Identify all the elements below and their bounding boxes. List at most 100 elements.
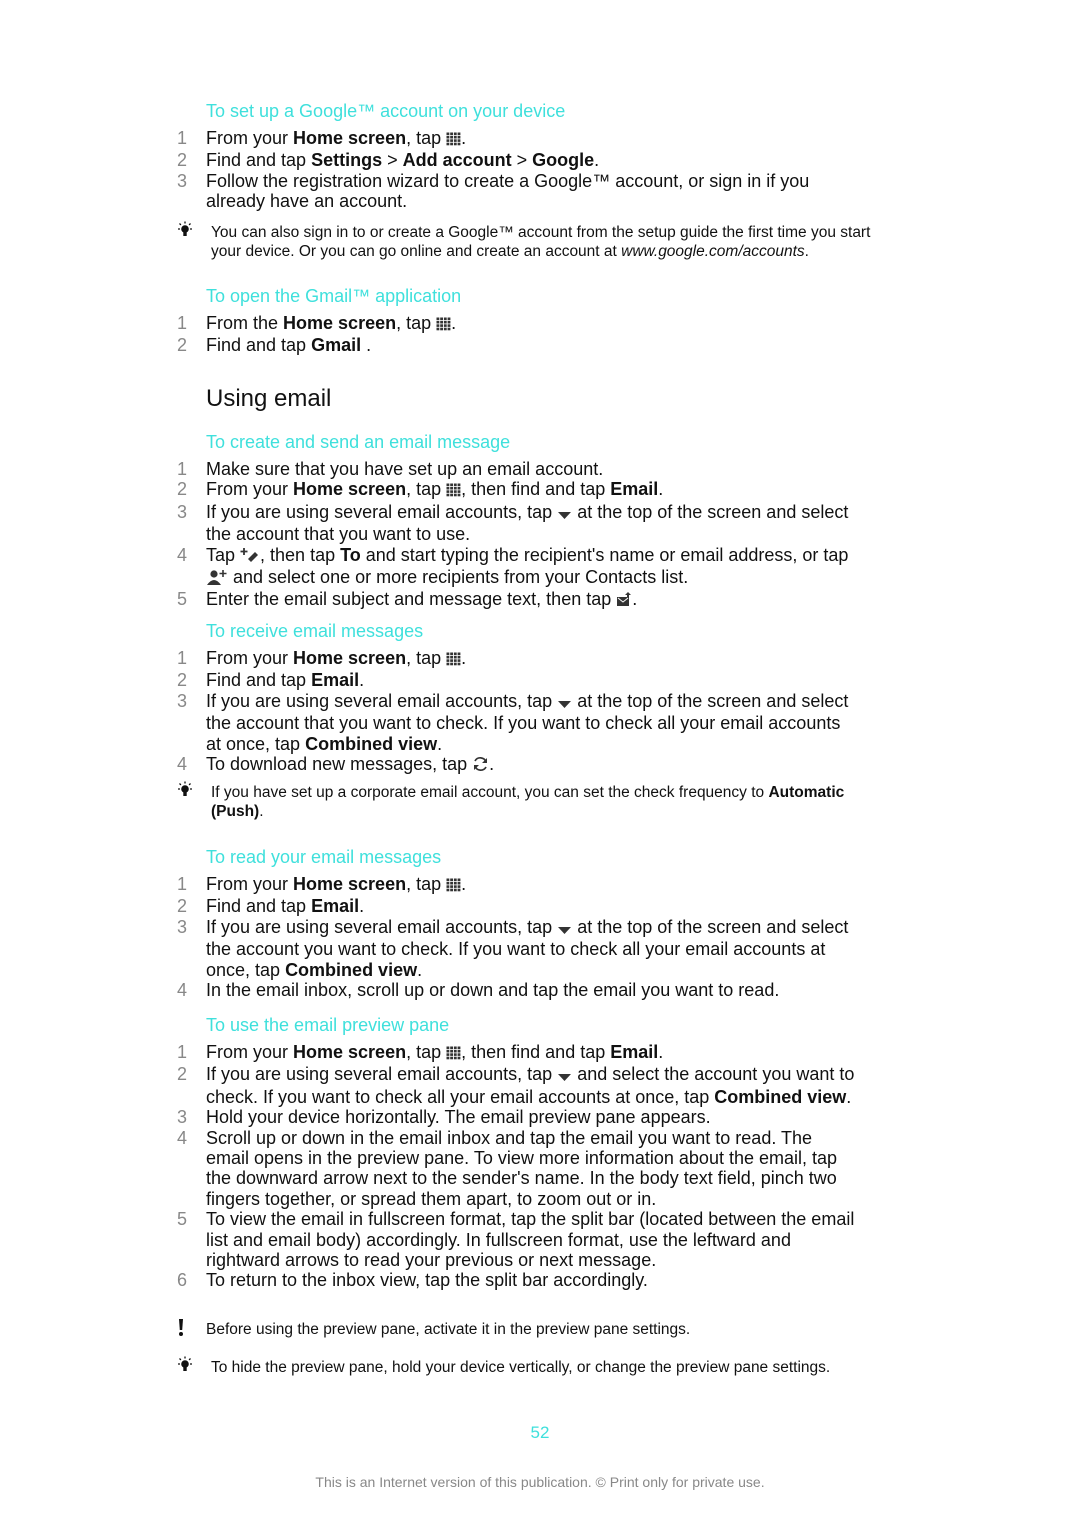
tip-text: Before using the preview pane, activate …	[206, 1320, 896, 1339]
text: Enter the email subject and message text…	[206, 589, 617, 610]
step-text: If you are using several email accounts,…	[206, 502, 856, 545]
step-number: 4	[177, 544, 188, 565]
text: .	[489, 754, 495, 775]
text: .	[658, 479, 664, 500]
bold-term: Home screen	[293, 479, 407, 500]
text: , then find and tap	[461, 1042, 611, 1062]
lightbulb-icon	[176, 1356, 194, 1379]
step-item: 2 Find and tap Settings > Add account > G…	[0, 150, 856, 170]
text: , then find and tap	[461, 479, 611, 500]
text: .	[359, 896, 365, 917]
tip-box: You can also sign in to or create a Goog…	[0, 221, 901, 261]
step-number: 4	[177, 1127, 188, 1148]
step-text: From the Home screen, tap .	[206, 313, 856, 335]
step-text: From your Home screen, tap .	[206, 648, 856, 670]
text: , tap	[406, 874, 447, 894]
text: .	[361, 335, 372, 356]
step-item: 2 From your Home screen, tap , then find …	[0, 479, 856, 501]
text: .	[359, 670, 365, 691]
bold-term: Email	[311, 896, 360, 917]
text: Make sure that you have set up an email …	[206, 459, 604, 479]
text: Follow the registration wizard to create…	[206, 170, 810, 212]
step-item: 2 Find and tap Gmail .	[0, 335, 856, 355]
step-text: Find and tap Settings > Add account > Go…	[206, 150, 856, 170]
text: If you are using several email accounts,…	[206, 501, 558, 522]
text: If you are using several email accounts,…	[206, 690, 558, 711]
lightbulb-icon	[176, 221, 194, 244]
step-item: 1 From your Home screen, tap .	[0, 874, 856, 896]
apps-grid-icon	[446, 481, 461, 501]
step-number: 2	[177, 896, 188, 917]
step-text: To view the email in fullscreen format, …	[206, 1209, 856, 1270]
steps-list: 1 From your Home screen, tap . 2 Find and t…	[0, 874, 856, 1000]
text: From the	[206, 313, 284, 333]
text: and select one or more recipients from y…	[228, 567, 689, 588]
step-text: Follow the registration wizard to create…	[206, 171, 856, 212]
step-number: 1	[177, 1042, 188, 1062]
steps-list: 1 From your Home screen, tap . 2 Find and t…	[0, 128, 856, 212]
step-text: From your Home screen, tap .	[206, 128, 856, 150]
section-heading: To open the Gmail™ application	[206, 286, 462, 306]
footer: This is an Internet version of this publ…	[315, 1474, 765, 1490]
send-icon	[616, 591, 632, 611]
step-number: 2	[177, 335, 188, 356]
bold-term: Combined view	[714, 1086, 847, 1107]
step-item: 2 Find and tap Email.	[0, 670, 856, 690]
text: To view the email in fullscreen format, …	[206, 1209, 855, 1271]
step-number: 3	[177, 916, 188, 937]
step-text: Make sure that you have set up an email …	[206, 459, 856, 479]
text: .	[437, 733, 443, 754]
step-number: 1	[177, 648, 188, 668]
text: , tap	[406, 128, 447, 148]
step-item: 3 If you are using several email accounts…	[0, 691, 856, 754]
step-number: 3	[177, 170, 188, 191]
step-number: 5	[177, 589, 188, 610]
step-item: 3 If you are using several email accounts…	[0, 917, 856, 980]
bold-term: Home screen	[293, 1042, 407, 1062]
text: , tap	[396, 313, 437, 333]
text: .	[417, 959, 423, 980]
refresh-icon	[472, 756, 489, 776]
text: From your	[206, 874, 294, 894]
step-item: 1 Make sure that you have set up an email…	[0, 459, 856, 479]
text: Hold your device horizontally. The email…	[206, 1107, 711, 1128]
step-text: To return to the inbox view, tap the spl…	[206, 1270, 856, 1290]
step-item: 5 Enter the email subject and message tex…	[0, 589, 856, 611]
bold-term: Home screen	[293, 648, 407, 668]
step-text: Hold your device horizontally. The email…	[206, 1107, 856, 1127]
bold-term: Home screen	[293, 128, 407, 148]
text: .	[461, 128, 467, 148]
tip-text: You can also sign in to or create a Goog…	[211, 223, 901, 261]
bold-term: Google	[532, 150, 595, 171]
step-number: 6	[177, 1270, 188, 1291]
text: >	[511, 150, 533, 171]
step-item: 2 Find and tap Email.	[0, 896, 856, 916]
step-item: 3 Hold your device horizontally. The emai…	[0, 1107, 856, 1127]
text: If you are using several email accounts,…	[206, 1064, 558, 1085]
text: >	[382, 150, 403, 171]
step-number: 3	[177, 690, 188, 711]
text: , tap	[406, 479, 447, 500]
bold-term: Email	[311, 670, 360, 691]
step-text: Find and tap Gmail .	[206, 335, 856, 355]
text: and start typing the recipient's name or…	[360, 544, 849, 565]
section-heading: To create and send an email message	[206, 432, 511, 452]
text: Scroll up or down in the email inbox and…	[206, 1127, 838, 1209]
step-item: 1 From the Home screen, tap .	[0, 313, 856, 335]
text: If you have set up a corporate email acc…	[211, 784, 769, 801]
text: From your	[206, 479, 294, 500]
compose-icon	[240, 547, 260, 567]
section-heading: To use the email preview pane	[206, 1015, 450, 1035]
step-number: 1	[177, 874, 188, 894]
text: Find and tap	[206, 670, 312, 691]
step-number: 1	[177, 128, 188, 148]
section-heading: To set up a Google™ account on your devi…	[206, 101, 566, 121]
step-number: 4	[177, 754, 188, 775]
bold-term: To	[340, 544, 361, 565]
text: To hide the preview pane, hold your devi…	[211, 1359, 831, 1376]
steps-list: 1 From your Home screen, tap , then find …	[0, 1042, 856, 1291]
step-number: 3	[177, 1107, 188, 1128]
tip-box: If you have set up a corporate email acc…	[0, 781, 901, 821]
step-item: 1 From your Home screen, tap .	[0, 128, 856, 150]
text: Before using the preview pane, activate …	[206, 1321, 691, 1338]
